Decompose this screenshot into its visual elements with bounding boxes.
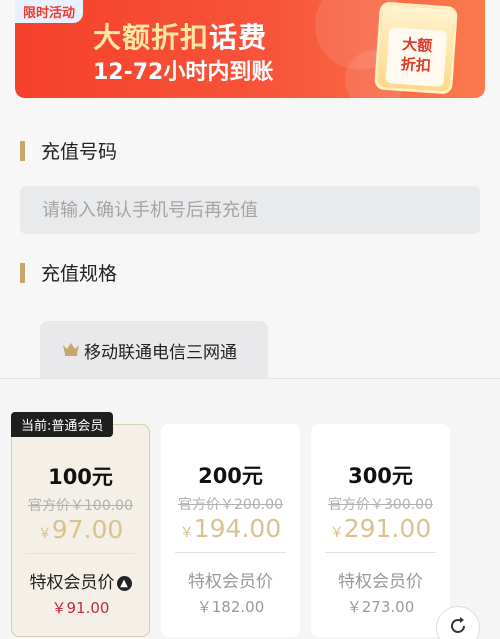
recharge-option-card[interactable]: 100元 官方价￥100.00 ￥97.00 特权会员价 ▲ ￥91.00 bbox=[11, 424, 150, 637]
crown-icon bbox=[62, 341, 80, 360]
card-divider bbox=[175, 552, 286, 553]
card-price: ￥97.00 bbox=[12, 515, 149, 544]
card-divider bbox=[325, 552, 436, 553]
currency-symbol: ￥ bbox=[179, 525, 194, 541]
card-amount: 300元 bbox=[348, 464, 413, 488]
vip-label-text: 特权会员价 bbox=[29, 573, 115, 593]
carrier-tab-all-networks[interactable]: 移动联通电信三网通 bbox=[40, 321, 268, 379]
section-recharge-spec: 充值规格 bbox=[20, 259, 117, 286]
phone-number-input[interactable] bbox=[20, 186, 480, 234]
banner-subtitle: 12-72小时内到账 bbox=[93, 60, 274, 85]
card-official-price: 官方价￥300.00 bbox=[328, 497, 433, 513]
card-price-value: 291.00 bbox=[343, 514, 432, 543]
card-vip-label: 特权会员价 bbox=[188, 572, 273, 592]
card-price-value: 194.00 bbox=[193, 514, 282, 543]
section-title: 充值号码 bbox=[41, 141, 118, 163]
card-amount: 100元 bbox=[48, 465, 113, 489]
card-price-value: 97.00 bbox=[51, 515, 124, 544]
member-level-badge: 当前:普通会员 bbox=[11, 412, 114, 437]
banner-title: 大额折扣话费 bbox=[93, 16, 267, 56]
card-price: ￥291.00 bbox=[311, 514, 450, 543]
section-title: 充值规格 bbox=[41, 263, 118, 285]
card-official-price: 官方价￥200.00 bbox=[178, 497, 283, 513]
currency-symbol: ￥ bbox=[37, 526, 52, 542]
promo-tag: 限时活动 bbox=[15, 0, 84, 23]
section-marker bbox=[20, 262, 25, 283]
carrier-tab-label: 移动联通电信三网通 bbox=[84, 342, 237, 363]
section-recharge-number: 充值号码 bbox=[20, 137, 117, 164]
section-marker bbox=[20, 140, 25, 161]
card-vip-label: 特权会员价 bbox=[338, 572, 423, 592]
card-vip-price: ￥182.00 bbox=[196, 598, 265, 616]
card-official-price: 官方价￥100.00 bbox=[28, 498, 133, 514]
card-vip-label: 特权会员价 ▲ bbox=[12, 568, 149, 593]
phone-screen: 大额 折扣 bbox=[385, 27, 448, 88]
card-divider bbox=[26, 553, 135, 554]
card-amount: 200元 bbox=[198, 464, 263, 488]
card-vip-price: ￥91.00 bbox=[51, 599, 110, 617]
phone-text-2: 折扣 bbox=[400, 55, 432, 76]
banner-title-rest: 话费 bbox=[209, 21, 268, 54]
refresh-icon bbox=[447, 615, 469, 639]
banner-title-highlight: 大额折扣 bbox=[93, 21, 210, 54]
card-price: ￥194.00 bbox=[161, 514, 300, 543]
currency-symbol: ￥ bbox=[329, 525, 344, 541]
promo-banner[interactable]: 限时活动 大额折扣话费 12-72小时内到账 大额 折扣 bbox=[15, 0, 485, 98]
arrow-up-circle-icon[interactable]: ▲ bbox=[116, 576, 132, 591]
card-vip-price: ￥273.00 bbox=[346, 598, 415, 616]
recharge-option-card[interactable]: 200元 官方价￥200.00 ￥194.00 特权会员价 ￥182.00 bbox=[161, 424, 300, 637]
phone-illustration-icon: 大额 折扣 bbox=[374, 1, 458, 95]
recharge-option-card[interactable]: 300元 官方价￥300.00 ￥291.00 特权会员价 ￥273.00 bbox=[311, 424, 450, 637]
